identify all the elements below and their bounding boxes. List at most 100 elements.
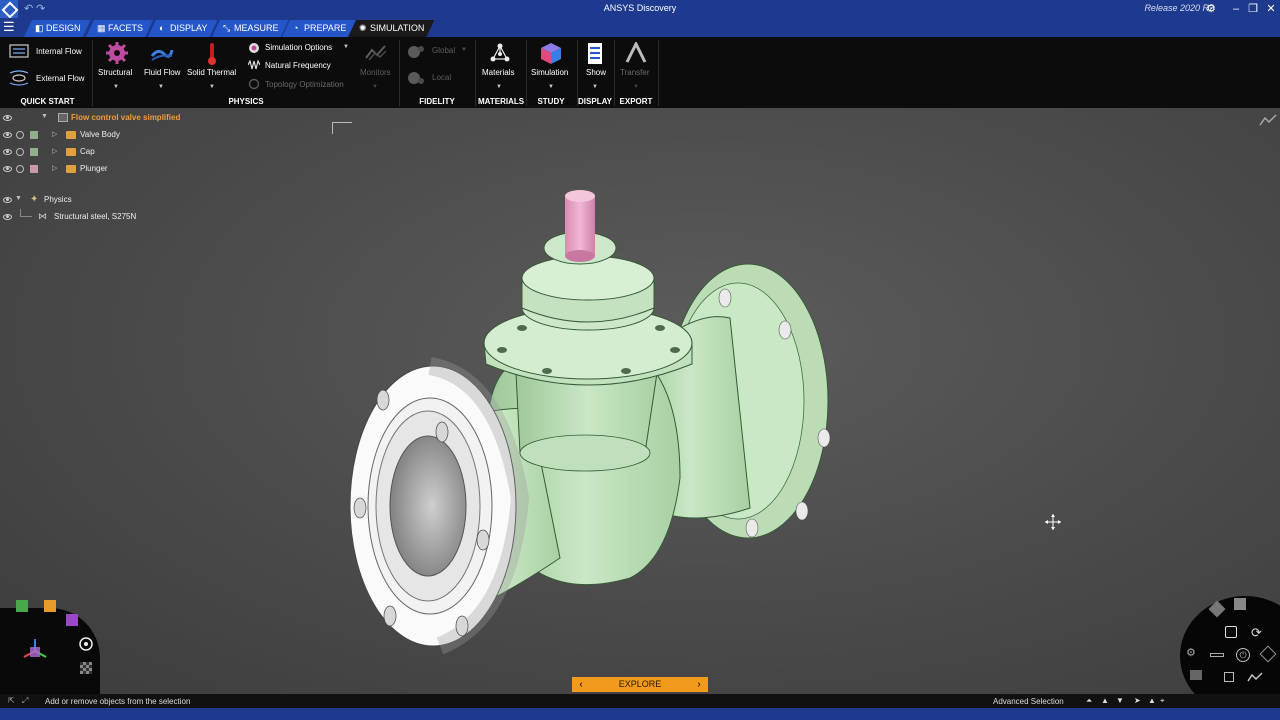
structural-button[interactable]: Structural [98, 68, 132, 77]
explore-next-button[interactable]: › [690, 677, 708, 692]
expand-triangle-icon[interactable]: ▷ [52, 147, 57, 155]
collapse-triangle-icon[interactable]: ▼ [15, 195, 22, 202]
study-group-label: Study [537, 97, 565, 106]
ribbon-divider [399, 40, 400, 106]
isometric-view-icon[interactable] [16, 600, 28, 612]
select-next-icon[interactable]: ▲ [1101, 696, 1109, 705]
maximize-icon[interactable]: ❐ [1245, 1, 1261, 17]
transfer-dropdown-icon[interactable]: ▼ [633, 84, 639, 90]
ribbon-divider [92, 40, 93, 106]
visibility-eye-icon[interactable] [3, 166, 12, 172]
gear-icon[interactable]: ⚙ [1186, 646, 1198, 659]
status-hint: Add or remove objects from the selection [45, 697, 191, 706]
rotate-icon[interactable]: ⟳ [1251, 626, 1265, 640]
global-fidelity-button[interactable]: Global [432, 46, 455, 55]
plane-view-icon[interactable] [1190, 670, 1202, 680]
show-dropdown-icon[interactable]: ▼ [592, 84, 598, 90]
local-fidelity-button[interactable]: Local [432, 73, 451, 82]
simulation-options-button[interactable]: Simulation Options [265, 43, 332, 52]
tree-physics-row[interactable]: ▼ ✦ Physics [0, 192, 300, 208]
expand-triangle-icon[interactable]: ▷ [52, 164, 57, 172]
minimize-icon[interactable]: – [1228, 1, 1244, 17]
monitors-dropdown-icon[interactable]: ▼ [372, 84, 378, 90]
transfer-button[interactable]: Transfer [620, 68, 650, 77]
tree-item-cap[interactable]: ▷ Cap [0, 144, 300, 160]
filter-icon[interactable]: ⤢ [22, 696, 28, 706]
visibility-eye-icon[interactable] [3, 132, 12, 138]
tab-design[interactable]: ◧ Design [24, 20, 91, 37]
home-view-icon[interactable] [44, 600, 56, 612]
graph-icon[interactable] [1247, 671, 1263, 683]
select-up-icon[interactable]: ⏶ [1086, 696, 1092, 706]
simulation-options-dropdown-icon[interactable]: ▼ [343, 44, 349, 50]
close-icon[interactable]: ✕ [1263, 1, 1279, 17]
tree-material-row[interactable]: ⋈ Structural steel, S275N [0, 209, 300, 225]
expand-triangle-icon[interactable]: ▷ [52, 130, 57, 138]
3d-viewport[interactable]: ⟳ ⚙ ⏻ ▼ Flow control valve simplified ▷ … [0, 108, 1280, 694]
checker-view-icon[interactable] [80, 662, 92, 674]
cursor-icon[interactable]: ➤ [1134, 696, 1141, 705]
box-select-icon[interactable] [1224, 672, 1234, 682]
tab-display[interactable]: ◐ Display [148, 20, 217, 37]
show-button[interactable]: Show [586, 68, 606, 77]
fluid-flow-dropdown-icon[interactable]: ▼ [158, 84, 164, 90]
tree-item-valve-body[interactable]: ▷ Valve Body [0, 127, 300, 143]
display-group-label: Display [578, 97, 612, 106]
spin-view-icon[interactable] [78, 636, 94, 652]
structural-dropdown-icon[interactable]: ▼ [113, 84, 119, 90]
visibility-eye-icon[interactable] [3, 197, 12, 203]
select-up-icon[interactable]: ▲ [1148, 696, 1156, 705]
section-view-icon[interactable] [1210, 653, 1224, 657]
selection-mode-label[interactable]: Advanced Selection [993, 697, 1064, 706]
tab-facets[interactable]: ▦ Facets [86, 20, 153, 37]
internal-flow-button[interactable]: Internal Flow [36, 47, 82, 56]
physics-group-label: Physics [228, 97, 264, 106]
topology-optimization-button[interactable]: Topology Optimization [265, 80, 344, 89]
visibility-eye-icon[interactable] [3, 214, 12, 220]
isolate-icon[interactable] [16, 131, 24, 139]
standard-views-icon[interactable] [66, 614, 78, 626]
materials-dropdown-icon[interactable]: ▼ [496, 84, 502, 90]
external-flow-icon [9, 70, 29, 86]
isolate-icon[interactable] [16, 165, 24, 173]
simulation-study-dropdown-icon[interactable]: ▼ [548, 84, 554, 90]
tab-simulation[interactable]: ✺ Simulation [348, 20, 434, 37]
quick-start-group-label: Quick Start [20, 97, 75, 106]
visibility-eye-icon[interactable] [3, 149, 12, 155]
solid-view-icon[interactable] [1234, 598, 1246, 610]
materials-button[interactable]: Materials [482, 68, 514, 77]
solid-thermal-button[interactable]: Solid Thermal [187, 68, 236, 77]
select-down-icon[interactable]: ▼ [1116, 696, 1124, 705]
view-options-icon[interactable] [1259, 113, 1277, 127]
transfer-icon [625, 42, 647, 63]
part-color-swatch [30, 148, 38, 156]
monitors-button[interactable]: Monitors [360, 68, 391, 77]
settings-icon[interactable]: ⚙ [1203, 1, 1219, 17]
global-fidelity-dropdown-icon[interactable]: ▼ [461, 47, 467, 53]
flow-control-valve-model[interactable] [330, 178, 890, 658]
tab-prepare[interactable]: ◔ Prepare [282, 20, 356, 37]
explore-prev-button[interactable]: ‹ [572, 677, 590, 692]
tab-measure[interactable]: ⤡ Measure [212, 20, 289, 37]
fluid-flow-button[interactable]: Fluid Flow [144, 68, 180, 77]
tree-item-plunger[interactable]: ▷ Plunger [0, 161, 300, 177]
menu-icon[interactable]: ☰ [3, 20, 15, 34]
power-icon[interactable]: ⏻ [1236, 648, 1250, 662]
select-mode-icon[interactable] [1225, 626, 1237, 638]
lasso-icon[interactable]: ⌖ [1160, 696, 1165, 706]
simulation-study-button[interactable]: Simulation [531, 68, 568, 77]
collapse-triangle-icon[interactable]: ▼ [41, 113, 48, 120]
solid-thermal-dropdown-icon[interactable]: ▼ [209, 84, 215, 90]
tree-connector [20, 209, 32, 217]
selection-mode-icon[interactable]: ⇱ [8, 696, 15, 705]
simulation-cube-icon [541, 43, 561, 64]
tree-root-row[interactable]: ▼ Flow control valve simplified [0, 110, 300, 126]
design-icon: ◧ [35, 23, 44, 33]
visibility-eye-icon[interactable] [3, 115, 12, 121]
natural-frequency-button[interactable]: Natural Frequency [265, 61, 331, 70]
orientation-triad-icon[interactable] [22, 638, 48, 664]
explore-mode-button[interactable]: Explore [590, 677, 690, 692]
materials-icon [490, 43, 510, 62]
isolate-icon[interactable] [16, 148, 24, 156]
external-flow-button[interactable]: External Flow [36, 74, 84, 83]
